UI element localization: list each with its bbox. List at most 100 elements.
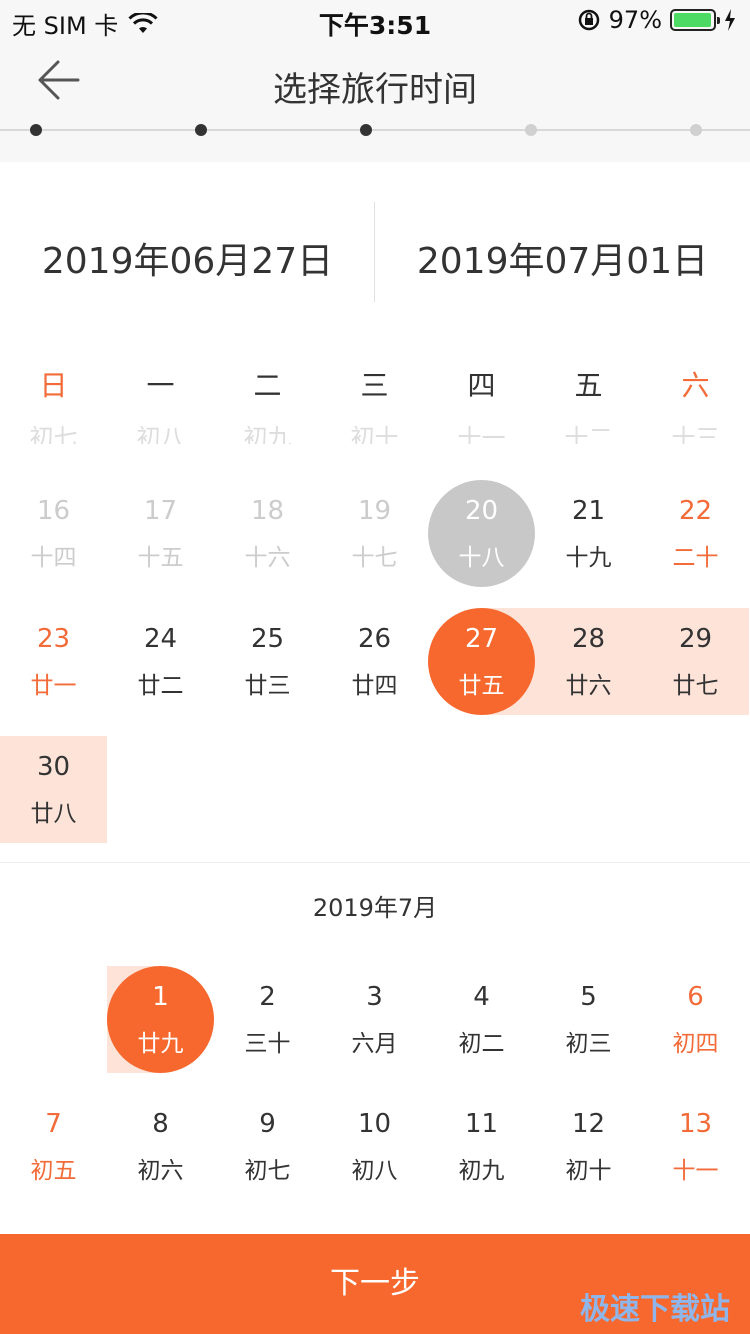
lunar-date: 廿九 — [137, 1031, 184, 1057]
calendar-day[interactable]: 29 廿七 — [642, 608, 749, 715]
lunar-date: 廿四 — [351, 673, 398, 699]
day-number: 13 — [678, 1109, 713, 1139]
day-number: 3 — [366, 982, 383, 1012]
lunar-date: 初四 — [672, 1031, 719, 1057]
lunar-date: 廿一 — [30, 673, 77, 699]
weekday-label: 五 — [574, 369, 603, 402]
calendar-day[interactable]: 25 廿三 — [214, 608, 321, 715]
step-dot-4 — [525, 124, 537, 136]
calendar-day: 16 十四 — [0, 480, 107, 587]
weekday-label: 二 — [253, 369, 282, 402]
day-number: 16 — [36, 496, 71, 526]
lunar-date: 廿七 — [672, 673, 719, 699]
lunar-date: 初八 — [351, 1158, 398, 1184]
day-number: 20 — [464, 496, 499, 526]
calendar-day[interactable]: 23 廿一 — [0, 608, 107, 715]
lunar-date: 十四 — [30, 545, 77, 571]
step-dot-3 — [360, 124, 372, 136]
lunar-date: 廿二 — [137, 673, 184, 699]
calendar-day: 18 十六 — [214, 480, 321, 587]
scrolled-lunar-row: 初七 初八 初九 初十 十一 十二 十三 — [0, 418, 750, 444]
lunar-date: 十一 — [672, 1158, 719, 1184]
lunar-date: 十八 — [458, 545, 505, 571]
lunar-date: 廿六 — [565, 673, 612, 699]
status-right: 97% — [577, 6, 736, 34]
calendar-day[interactable]: 3 六月 — [321, 966, 428, 1073]
end-date[interactable]: 2019年07月01日 — [375, 232, 750, 284]
day-number: 8 — [152, 1109, 169, 1139]
day-number: 30 — [36, 752, 71, 782]
weekday-label: 日 — [39, 369, 68, 402]
calendar-day[interactable]: 27 廿五 — [428, 608, 535, 715]
calendar-day[interactable]: 13 十一 — [642, 1093, 749, 1200]
calendar-day[interactable]: 21 十九 — [535, 480, 642, 587]
lunar-date: 廿八 — [30, 801, 77, 827]
calendar-day[interactable]: 22 二十 — [642, 480, 749, 587]
day-number: 1 — [152, 982, 169, 1012]
lunar-date: 廿五 — [458, 673, 505, 699]
lunar-label: 十三 — [671, 424, 720, 444]
calendar-day[interactable]: 11 初九 — [428, 1093, 535, 1200]
calendar-day[interactable]: 24 廿二 — [107, 608, 214, 715]
day-number: 11 — [464, 1109, 499, 1139]
weekday-label: 四 — [467, 369, 496, 402]
day-number: 27 — [464, 624, 499, 654]
lunar-date: 初九 — [458, 1158, 505, 1184]
lunar-date: 六月 — [351, 1031, 398, 1057]
battery-percent: 97% — [608, 6, 662, 34]
day-number: 23 — [36, 624, 71, 654]
calendar-day[interactable]: 9 初七 — [214, 1093, 321, 1200]
day-number: 2 — [259, 982, 276, 1012]
battery-level — [674, 13, 711, 27]
step-progress-line — [0, 129, 750, 131]
lunar-label: 初十 — [350, 424, 399, 444]
lunar-date: 初七 — [244, 1158, 291, 1184]
lunar-date: 初三 — [565, 1031, 612, 1057]
calendar-day[interactable]: 6 初四 — [642, 966, 749, 1073]
status-bar: 无 SIM 卡 下午3:51 97% — [0, 0, 750, 40]
lunar-date: 廿三 — [244, 673, 291, 699]
day-number: 19 — [357, 496, 392, 526]
weekday-header: 日一二三四五六 — [0, 364, 750, 408]
rotation-lock-icon — [578, 9, 599, 31]
lunar-label: 初七 — [29, 424, 78, 444]
start-date[interactable]: 2019年06月27日 — [0, 232, 375, 284]
calendar-day[interactable]: 4 初二 — [428, 966, 535, 1073]
calendar-day[interactable]: 20 十八 — [428, 480, 535, 587]
lunar-label: 初八 — [136, 424, 185, 444]
calendar-day: 19 十七 — [321, 480, 428, 587]
lunar-date: 二十 — [672, 545, 719, 571]
day-number: 12 — [571, 1109, 606, 1139]
step-progress — [0, 124, 750, 136]
battery-icon — [670, 9, 720, 31]
lunar-date: 初五 — [30, 1158, 77, 1184]
day-number: 26 — [357, 624, 392, 654]
day-number: 17 — [143, 496, 178, 526]
calendar-day[interactable]: 2 三十 — [214, 966, 321, 1073]
day-number: 10 — [357, 1109, 392, 1139]
calendar-day[interactable]: 1 廿九 — [107, 966, 214, 1073]
day-number: 5 — [580, 982, 597, 1012]
lunar-label: 十二 — [564, 424, 613, 444]
calendar-day[interactable]: 10 初八 — [321, 1093, 428, 1200]
date-range-summary: 2019年06月27日 2019年07月01日 — [0, 162, 750, 352]
calendar-day[interactable]: 5 初三 — [535, 966, 642, 1073]
calendar-day[interactable]: 26 廿四 — [321, 608, 428, 715]
nav-header: 选择旅行时间 — [0, 40, 750, 162]
watermark-text: 极速下载站 — [580, 1292, 730, 1327]
month-title-july: 2019年7月 — [312, 894, 438, 922]
page-title: 选择旅行时间 — [273, 70, 477, 110]
calendar-day[interactable]: 7 初五 — [0, 1093, 107, 1200]
day-number: 18 — [250, 496, 285, 526]
lunar-date: 三十 — [244, 1031, 291, 1057]
day-number: 29 — [678, 624, 713, 654]
calendar-day[interactable]: 8 初六 — [107, 1093, 214, 1200]
calendar-day[interactable]: 28 廿六 — [535, 608, 642, 715]
weekday-label: 一 — [146, 369, 175, 402]
day-number: 6 — [687, 982, 704, 1012]
day-number: 24 — [143, 624, 178, 654]
calendar-day[interactable]: 12 初十 — [535, 1093, 642, 1200]
month-divider — [0, 862, 750, 863]
calendar-day[interactable]: 30 廿八 — [0, 736, 107, 843]
day-number: 7 — [45, 1109, 62, 1139]
